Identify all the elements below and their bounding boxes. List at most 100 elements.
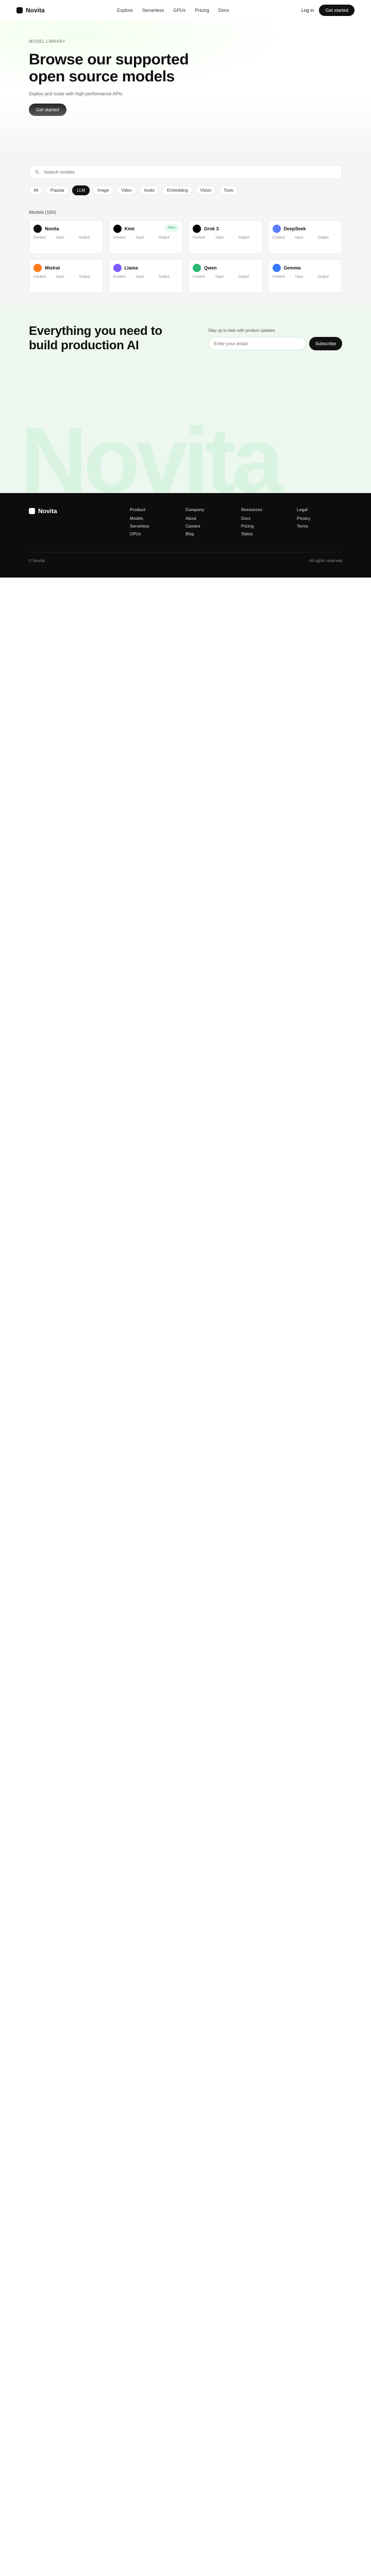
status-badge: New — [164, 225, 178, 231]
newsletter-submit[interactable]: Subscribe — [309, 337, 342, 350]
metric-label: Context — [193, 275, 206, 279]
metric-context: Context — [113, 275, 133, 279]
cta-button[interactable]: Get started — [319, 5, 355, 16]
catalog: Models (160) Novita Context Input Output Kim… — [0, 200, 371, 308]
metric-label: Input — [56, 275, 64, 279]
footer-col-title: Company — [185, 507, 205, 512]
metric-output-price: Output — [238, 275, 258, 279]
model-metrics: Context Input Output — [113, 236, 179, 240]
metric-input-price: Input — [56, 275, 76, 279]
metric-label: Input — [136, 275, 144, 279]
logo-icon — [29, 508, 35, 514]
metric-label: Input — [295, 236, 303, 240]
model-card-header: DeepSeek — [272, 225, 338, 233]
metric-input-price: Input — [295, 275, 315, 279]
footer-link[interactable]: Models — [130, 516, 175, 521]
filter-chip[interactable]: Tools — [219, 185, 238, 195]
hero-eyebrow: Model Library — [29, 39, 65, 44]
metric-label: Output — [158, 275, 170, 279]
brand[interactable]: Novita — [16, 7, 45, 14]
footer-link[interactable]: Blog — [185, 532, 231, 536]
metric-output-price: Output — [79, 236, 98, 240]
model-card-header: Llama — [113, 264, 179, 272]
metric-input-price: Input — [136, 236, 156, 240]
model-card[interactable]: Gemma Context Input Output — [267, 259, 342, 293]
model-card[interactable]: Qwen Context Input Output — [188, 259, 263, 293]
metric-output-price: Output — [238, 236, 258, 240]
nav-item[interactable]: Docs — [218, 8, 229, 13]
footer-link[interactable]: About — [185, 516, 231, 521]
metric-output-price: Output — [159, 236, 178, 240]
model-card[interactable]: Kimi New Context Input Output — [108, 220, 183, 254]
footer-col: Product Models Serverless GPUs — [130, 507, 175, 539]
main-nav: Explore Serverless GPUs Pricing Docs — [117, 8, 229, 13]
provider-icon — [33, 225, 42, 233]
filter-chip[interactable]: All — [29, 185, 43, 195]
metric-label: Context — [193, 236, 206, 240]
footer-brand-name: Novita — [38, 507, 57, 515]
footer-right: All rights reserved — [309, 558, 342, 563]
metric-context: Context — [33, 275, 53, 279]
footer-link[interactable]: Status — [241, 532, 286, 536]
top-nav: Novita Explore Serverless GPUs Pricing D… — [0, 0, 371, 21]
footer-hero: Everything you need to build production … — [0, 308, 371, 493]
metric-input-price: Input — [136, 275, 156, 279]
footer-link[interactable]: GPUs — [130, 532, 175, 536]
hero-title: Browse our supported open source models — [29, 51, 189, 85]
login-link[interactable]: Log in — [301, 8, 314, 13]
metric-input-price: Input — [295, 236, 315, 240]
nav-item[interactable]: Explore — [117, 8, 133, 13]
footer-link[interactable]: Pricing — [241, 524, 286, 529]
metric-input-price: Input — [215, 236, 235, 240]
filter-chip[interactable]: Audio — [139, 185, 160, 195]
newsletter-email[interactable] — [208, 337, 306, 350]
footer-bottom: © Novita All rights reserved — [29, 552, 342, 563]
metric-context: Context — [193, 236, 212, 240]
provider-icon — [272, 225, 281, 233]
filter-chip[interactable]: Embedding — [162, 185, 193, 195]
filter-chip[interactable]: LLM — [72, 185, 90, 195]
model-card[interactable]: Novita Context Input Output — [29, 220, 104, 254]
footer: Novita Product Models Serverless GPUs Compan… — [0, 493, 371, 578]
footer-link[interactable]: Privacy — [297, 516, 342, 521]
footer-link[interactable]: Terms — [297, 524, 342, 529]
model-metrics: Context Input Output — [273, 275, 338, 279]
hero-button[interactable]: Get started — [29, 104, 66, 116]
footer-brand-col: Novita — [29, 507, 120, 539]
filter-chips: All Popular LLM Image Video Audio Embedding Vis… — [29, 185, 342, 195]
filter-chip[interactable]: Popular — [45, 185, 70, 195]
model-card-header: Mistral — [33, 264, 99, 272]
nav-item[interactable]: Serverless — [142, 8, 164, 13]
footer-hero-title: Everything you need to build production … — [29, 324, 162, 352]
model-card[interactable]: Llama Context Input Output — [108, 259, 183, 293]
metric-label: Input — [56, 236, 64, 240]
nav-item[interactable]: GPUs — [173, 8, 185, 13]
metric-label: Context — [113, 236, 126, 240]
model-name: Kimi — [124, 226, 135, 231]
footer-link[interactable]: Serverless — [130, 524, 175, 529]
filter-chip[interactable]: Vision — [195, 185, 216, 195]
search-box[interactable] — [29, 165, 342, 179]
model-name: Grok 3 — [204, 226, 219, 231]
metric-context: Context — [273, 236, 292, 240]
model-metrics: Context Input Output — [193, 275, 258, 279]
filter-chip[interactable]: Image — [93, 185, 114, 195]
metric-context: Context — [33, 236, 53, 240]
model-name: Llama — [124, 265, 138, 270]
footer-link[interactable]: Careers — [185, 524, 231, 529]
filter-chip[interactable]: Video — [116, 185, 137, 195]
footer-link[interactable]: Docs — [241, 516, 286, 521]
provider-icon — [113, 225, 122, 233]
model-card[interactable]: Mistral Context Input Output — [29, 259, 104, 293]
model-card[interactable]: DeepSeek Context Input Output — [267, 220, 342, 254]
newsletter: Stay up to date with product updates Sub… — [208, 328, 342, 350]
metric-label: Output — [317, 236, 329, 240]
search-input[interactable] — [44, 170, 336, 175]
footer-col-title: Resources — [241, 507, 262, 512]
footer-brand[interactable]: Novita — [29, 507, 120, 515]
nav-item[interactable]: Pricing — [195, 8, 209, 13]
model-name: Qwen — [204, 265, 217, 270]
hero-subtitle: Deploy and scale with high-performance A… — [29, 91, 123, 96]
logo-icon — [16, 7, 23, 13]
model-card[interactable]: Grok 3 Context Input Output — [188, 220, 263, 254]
